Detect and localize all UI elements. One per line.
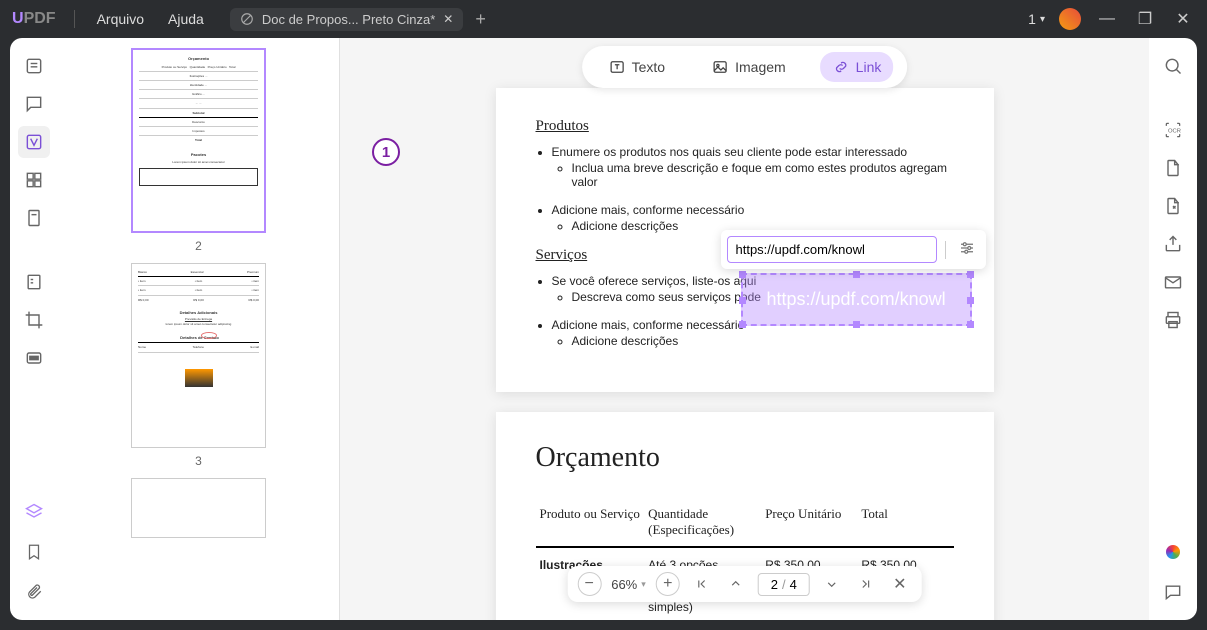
reader-tool-icon[interactable]: [18, 50, 50, 82]
chat-icon[interactable]: [1157, 576, 1189, 608]
thumbnail-page-3[interactable]: BásicoEssencialPremium • item• item• ite…: [131, 263, 266, 468]
left-toolbar: [10, 38, 58, 620]
page-content-1: Produtos Enumere os produtos nos quais s…: [496, 88, 994, 392]
window-counter[interactable]: 1 ▾: [1028, 11, 1045, 27]
link-url-popup: [721, 230, 986, 269]
text-tool-button[interactable]: Texto: [596, 52, 677, 82]
form-tool-icon[interactable]: [18, 266, 50, 298]
app-logo: UPDF: [12, 10, 56, 28]
share-icon[interactable]: [1157, 228, 1189, 260]
ocr-icon[interactable]: OCR: [1157, 114, 1189, 146]
titlebar: UPDF Arquivo Ajuda Doc de Propos... Pret…: [0, 0, 1207, 38]
crop-tool-icon[interactable]: [18, 304, 50, 336]
text-icon: [608, 58, 626, 76]
search-icon[interactable]: [1157, 50, 1189, 82]
bookmark-icon[interactable]: [18, 536, 50, 568]
link-url-input[interactable]: [727, 236, 937, 263]
layers-icon[interactable]: [18, 496, 50, 528]
page-number-input[interactable]: 2 / 4: [758, 573, 810, 596]
heading-orcamento: Orçamento: [536, 442, 954, 474]
redact-tool-icon[interactable]: [18, 342, 50, 374]
nav-close-button[interactable]: ✕: [888, 572, 912, 596]
email-icon[interactable]: [1157, 266, 1189, 298]
export-file-icon[interactable]: [1157, 152, 1189, 184]
window-maximize-icon[interactable]: ❐: [1133, 7, 1157, 31]
link-settings-icon[interactable]: [954, 239, 980, 260]
prev-page-button[interactable]: [724, 572, 748, 596]
last-page-button[interactable]: [854, 572, 878, 596]
thumbnail-panel: Orçamento Produto ou Serviço Quantidade …: [58, 38, 340, 620]
document-tab[interactable]: Doc de Propos... Preto Cinza* ✕: [230, 8, 463, 31]
user-avatar[interactable]: [1059, 8, 1081, 30]
menu-arquivo[interactable]: Arquivo: [85, 11, 156, 27]
edit-toolbar: Texto Imagem Link: [582, 46, 908, 88]
window-close-icon[interactable]: ✕: [1171, 7, 1195, 31]
page-navigation-bar: − 66% ▾ + 2 / 4 ✕: [567, 566, 922, 602]
zoom-level[interactable]: 66% ▾: [611, 577, 646, 592]
svg-text:OCR: OCR: [1168, 129, 1181, 135]
print-icon[interactable]: [1157, 304, 1189, 336]
page-tool-icon[interactable]: [18, 202, 50, 234]
tab-close-icon[interactable]: ✕: [443, 12, 453, 26]
no-entry-icon: [240, 12, 254, 26]
tab-title: Doc de Propos... Preto Cinza*: [262, 12, 435, 27]
zoom-in-button[interactable]: +: [656, 572, 680, 596]
thumbnail-page-4[interactable]: [131, 478, 266, 538]
zoom-out-button[interactable]: −: [577, 572, 601, 596]
link-tool-button[interactable]: Link: [820, 52, 894, 82]
link-icon: [832, 58, 850, 76]
image-tool-button[interactable]: Imagem: [699, 52, 798, 82]
first-page-button[interactable]: [690, 572, 714, 596]
document-viewport: 1 2 Texto Imagem Link Produtos Enumere o…: [340, 38, 1149, 620]
tab-add-button[interactable]: +: [475, 9, 486, 30]
next-page-button[interactable]: [820, 572, 844, 596]
thumbnail-page-2[interactable]: Orçamento Produto ou Serviço Quantidade …: [131, 48, 266, 253]
ai-icon[interactable]: [1157, 536, 1189, 568]
callout-marker-1: 1: [372, 138, 400, 166]
window-minimize-icon[interactable]: —: [1095, 7, 1119, 31]
organize-tool-icon[interactable]: [18, 164, 50, 196]
menu-ajuda[interactable]: Ajuda: [156, 11, 216, 27]
edit-tool-icon[interactable]: [18, 126, 50, 158]
convert-icon[interactable]: [1157, 190, 1189, 222]
image-icon: [711, 58, 729, 76]
heading-produtos: Produtos: [536, 118, 954, 135]
comment-tool-icon[interactable]: [18, 88, 50, 120]
right-toolbar: OCR: [1149, 38, 1197, 620]
attachment-icon[interactable]: [18, 576, 50, 608]
link-annotation-box[interactable]: https://updf.com/knowl: [741, 273, 972, 326]
